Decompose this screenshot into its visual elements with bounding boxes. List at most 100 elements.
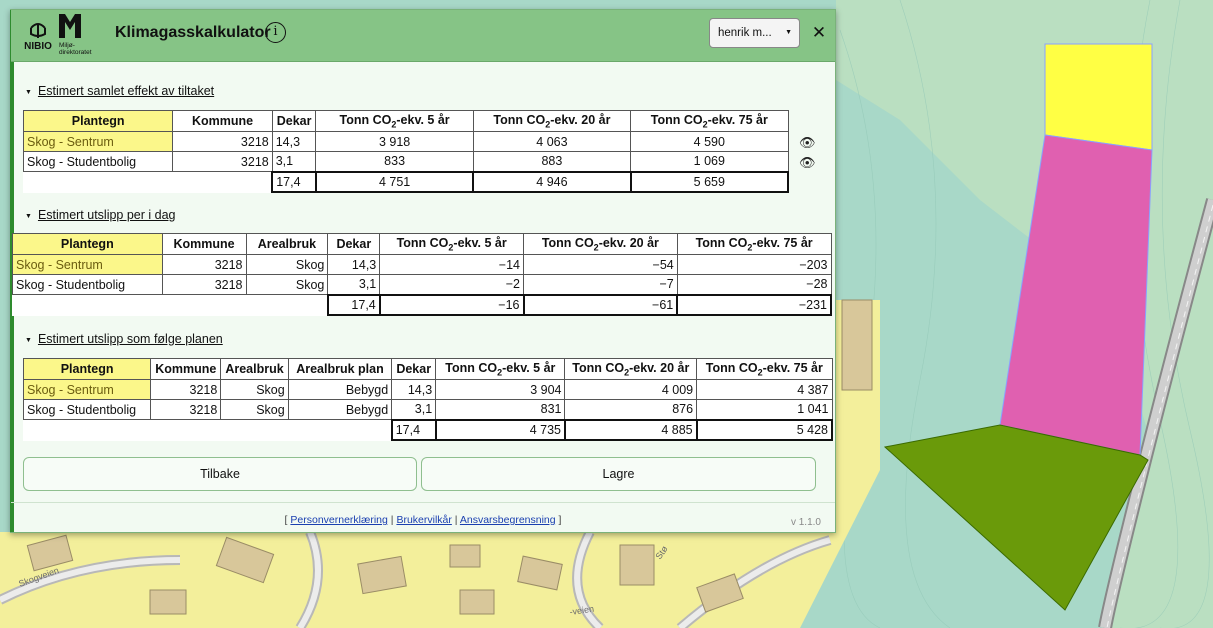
col-header: Tonn CO2-ekv. 20 år xyxy=(564,358,698,380)
app-title: Klimagasskalkulator xyxy=(115,24,271,41)
table-row: Skog - Sentrum 3218 14,3 3 918 4 063 4 5… xyxy=(22,131,789,152)
calculator-panel: NIBIO Miljø- direktoratet Klimagasskalku… xyxy=(10,9,836,533)
terms-link[interactable]: Brukervilkår xyxy=(396,514,451,526)
sum-dekar: 17,4 xyxy=(326,293,381,316)
cell-plantegn: Skog - Sentrum xyxy=(22,131,174,152)
user-name: henrik m... xyxy=(718,27,772,39)
cell-plantegn: Skog - Studentbolig xyxy=(22,399,152,420)
col-header: Arealbruk xyxy=(220,358,289,380)
cell-t5: −2 xyxy=(379,274,525,295)
triangle-down-icon: ▼ xyxy=(25,89,32,96)
plan-polygon-yellow xyxy=(1044,43,1153,151)
col-header: Plantegn xyxy=(22,110,174,132)
sum-dekar: 17,4 xyxy=(271,170,317,193)
sum-t20: −61 xyxy=(522,293,679,316)
cell-t75: −28 xyxy=(676,274,832,295)
disclaimer-link[interactable]: Ansvarsbegrensning xyxy=(460,514,556,526)
col-header: Tonn CO2-ekv. 5 år xyxy=(315,110,474,132)
cell-t20: −7 xyxy=(523,274,678,295)
table-sum-row: 17,4 −16 −61 −231 xyxy=(13,293,832,316)
cell-arealbruk-plan: Bebygd xyxy=(287,399,393,420)
sum-t5: 4 735 xyxy=(434,418,566,441)
panel-header: NIBIO Miljø- direktoratet Klimagasskalku… xyxy=(11,10,835,62)
cell-kommune: 3218 xyxy=(172,131,273,152)
table-current-emission: Plantegn Kommune Arealbruk Dekar Tonn CO… xyxy=(12,233,832,316)
cell-t75: −203 xyxy=(676,254,832,275)
col-header: Arealbruk plan xyxy=(287,358,393,380)
sum-t5: 4 751 xyxy=(314,170,475,193)
col-header: Arealbruk xyxy=(245,233,329,255)
cell-dekar: 3,1 xyxy=(271,151,317,172)
footer-links: [ Personvernerklæring | Brukervilkår | A… xyxy=(284,514,562,526)
sum-t75: 5 659 xyxy=(629,170,790,193)
cell-t20: 883 xyxy=(472,151,632,172)
table-sum-row: 17,4 4 751 4 946 5 659 xyxy=(24,170,790,193)
back-button[interactable]: Tilbake xyxy=(23,457,417,491)
table-row: Skog - Studentbolig 3218 3,1 833 883 1 0… xyxy=(22,151,789,172)
cell-kommune: 3218 xyxy=(172,151,273,172)
cell-t75: 1 041 xyxy=(696,399,833,420)
cell-t5: 3 918 xyxy=(315,131,474,152)
version-label: v 1.1.0 xyxy=(790,517,821,528)
cell-dekar: 14,3 xyxy=(391,379,437,400)
cell-t75: 4 387 xyxy=(696,379,833,400)
col-header: Tonn CO2-ekv. 20 år xyxy=(523,233,678,255)
eye-icon[interactable]: 👁 xyxy=(799,136,816,151)
col-header: Plantegn xyxy=(12,233,163,255)
table-header-row: Plantegn Kommune Arealbruk Arealbruk pla… xyxy=(22,358,833,380)
col-header: Dekar xyxy=(271,110,317,132)
info-icon[interactable]: i xyxy=(265,22,286,43)
col-header: Tonn CO2-ekv. 75 år xyxy=(696,358,833,380)
cell-t5: 3 904 xyxy=(435,379,566,400)
table-total-effect: Plantegn Kommune Dekar Tonn CO2-ekv. 5 å… xyxy=(22,110,790,193)
cell-arealbruk-plan: Bebygd xyxy=(287,379,393,400)
sum-t20: 4 946 xyxy=(472,170,632,193)
privacy-link[interactable]: Personvernerklæring xyxy=(290,514,387,526)
cell-t20: 4 063 xyxy=(472,131,632,152)
cell-t75: 1 069 xyxy=(630,151,789,172)
col-header: Tonn CO2-ekv. 5 år xyxy=(435,358,566,380)
col-header: Kommune xyxy=(150,358,222,380)
col-header: Dekar xyxy=(327,233,381,255)
cell-plantegn: Skog - Studentbolig xyxy=(12,274,163,295)
cell-arealbruk: Skog xyxy=(220,399,289,420)
save-button[interactable]: Lagre xyxy=(421,457,816,491)
cell-plantegn: Skog - Sentrum xyxy=(12,254,163,275)
cell-kommune: 3218 xyxy=(150,399,222,420)
cell-t5: 831 xyxy=(435,399,566,420)
cell-t5: −14 xyxy=(379,254,525,275)
cell-kommune: 3218 xyxy=(161,254,247,275)
table-sum-row: 17,4 4 735 4 885 5 428 xyxy=(24,418,834,441)
col-header: Kommune xyxy=(161,233,247,255)
triangle-down-icon: ▼ xyxy=(25,337,32,344)
cell-kommune: 3218 xyxy=(161,274,247,295)
nibio-logo: NIBIO xyxy=(21,14,55,58)
sum-t75: −231 xyxy=(676,293,832,316)
col-header: Tonn CO2-ekv. 20 år xyxy=(472,110,632,132)
sum-t75: 5 428 xyxy=(695,418,834,441)
col-header: Tonn CO2-ekv. 75 år xyxy=(676,233,832,255)
close-button[interactable]: ✕ xyxy=(809,20,829,46)
cell-t20: −54 xyxy=(523,254,678,275)
cell-t75: 4 590 xyxy=(630,131,789,152)
section-toggle-current-emission[interactable]: ▼ Estimert utslipp per i dag xyxy=(25,208,176,222)
cell-plantegn: Skog - Studentbolig xyxy=(22,151,174,172)
col-header: Kommune xyxy=(172,110,273,132)
eye-icon[interactable]: 👁 xyxy=(799,156,816,171)
miljodirektoratet-logo: Miljø- direktoratet xyxy=(59,14,99,58)
table-row: Skog - Sentrum 3218 Skog 14,3 −14 −54 −2… xyxy=(12,254,832,275)
section-toggle-total-effect[interactable]: ▼ Estimert samlet effekt av tiltaket xyxy=(25,84,214,98)
cell-arealbruk: Skog xyxy=(220,379,289,400)
col-header: Tonn CO2-ekv. 75 år xyxy=(630,110,789,132)
table-row: Skog - Sentrum 3218 Skog Bebygd 14,3 3 9… xyxy=(22,379,833,400)
cell-kommune: 3218 xyxy=(150,379,222,400)
sum-t20: 4 885 xyxy=(563,418,698,441)
cell-dekar: 3,1 xyxy=(391,399,437,420)
cell-arealbruk: Skog xyxy=(245,254,329,275)
cell-t20: 876 xyxy=(564,399,698,420)
cell-dekar: 14,3 xyxy=(271,131,317,152)
cell-plantegn: Skog - Sentrum xyxy=(22,379,152,400)
section-toggle-plan-emission[interactable]: ▼ Estimert utslipp som følge planen xyxy=(25,332,223,346)
user-dropdown[interactable]: henrik m... ▼ xyxy=(709,18,800,48)
cell-arealbruk: Skog xyxy=(245,274,329,295)
